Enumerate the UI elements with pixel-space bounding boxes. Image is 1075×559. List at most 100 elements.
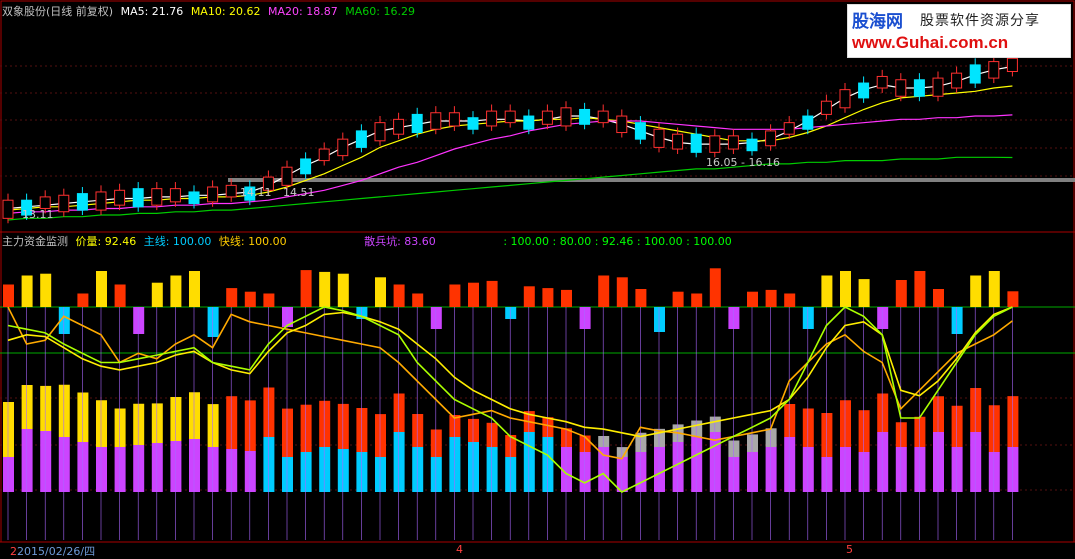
bar-lower: [914, 447, 926, 492]
bar-upper: [821, 413, 833, 457]
bar-lower: [77, 442, 89, 492]
signal-block: [1007, 291, 1019, 307]
gray-band: [228, 178, 1075, 182]
signal-block: [412, 293, 424, 307]
signal-block: [263, 293, 275, 307]
bar-lower: [207, 447, 219, 492]
bar-lower: [933, 432, 944, 492]
bar-upper: [244, 400, 256, 451]
signal-block: [189, 271, 200, 307]
bar-upper: [226, 396, 238, 449]
signal-block: [988, 271, 1000, 307]
bar-upper: [728, 440, 740, 457]
bar-upper: [1007, 396, 1019, 447]
bar-upper: [486, 422, 498, 447]
left-tag-label: 13.11: [22, 208, 54, 221]
ma20-label: MA20: 18.87: [268, 5, 338, 18]
bar-lower: [133, 445, 145, 492]
candle-body: [393, 118, 405, 135]
candle-body: [653, 128, 665, 148]
candle-body: [337, 138, 349, 157]
bar-lower: [598, 447, 610, 492]
signal-block: [914, 271, 926, 307]
bar-upper: [895, 422, 907, 447]
signal-block: [114, 284, 126, 307]
low-label-b: 14.51: [283, 186, 315, 199]
bar-lower: [393, 432, 405, 492]
signal-block: [244, 291, 256, 307]
candle-body: [467, 117, 479, 130]
bar-lower: [635, 452, 647, 492]
bar-lower: [1007, 447, 1019, 492]
bar-upper: [3, 402, 14, 457]
bar-upper: [300, 404, 312, 452]
bar-lower: [282, 457, 293, 492]
bar-lower: [691, 437, 703, 492]
bar-upper: [40, 385, 52, 431]
signal-block: [858, 279, 870, 307]
candle-body: [672, 133, 684, 150]
candle-body: [300, 158, 312, 175]
candle-body: [560, 107, 572, 127]
signal-block: [226, 288, 238, 307]
candle-body: [151, 188, 163, 206]
candle-body: [448, 112, 460, 127]
candle-body: [207, 186, 219, 203]
bar-upper: [598, 436, 610, 447]
bar-lower: [579, 452, 591, 492]
signal-block-down: [654, 307, 665, 332]
candle-body: [2, 199, 14, 219]
candle-body: [318, 148, 330, 162]
candle-body: [597, 110, 609, 124]
signal-block: [561, 289, 572, 307]
ma5-label: MA5: 21.76: [120, 5, 184, 18]
candle-body: [988, 61, 1000, 79]
bar-upper: [77, 392, 89, 442]
bar-lower: [802, 447, 814, 492]
zhuxian-label: 主线: 100.00: [143, 235, 212, 248]
candle-body: [932, 77, 944, 97]
sanbingkeng-label: 散兵坑: 83.60: [364, 235, 436, 248]
candle-body: [913, 79, 925, 97]
signal-block: [319, 271, 331, 307]
stock-name: 双象股份(日线 前复权): [2, 5, 114, 18]
bar-lower: [895, 447, 907, 492]
bar-lower: [430, 457, 442, 492]
bar-upper: [96, 400, 107, 447]
candle-body: [858, 82, 870, 99]
signal-block: [77, 293, 89, 307]
indicator-name: 主力资金监测: [2, 235, 68, 248]
bar-lower: [189, 439, 200, 492]
bar-upper: [337, 403, 349, 449]
bar-lower: [951, 447, 963, 492]
signal-block: [542, 288, 554, 307]
jialiang-label: 价量: 92.46: [75, 235, 137, 248]
bar-upper: [468, 418, 479, 442]
candle-body: [765, 130, 777, 147]
kuaixian-label: 快线: 100.00: [218, 235, 287, 248]
bar-lower: [747, 452, 758, 492]
start-date: 2015/02/26/四: [17, 545, 96, 558]
bar-lower: [412, 447, 424, 492]
candle-body: [486, 110, 498, 127]
watermark-subtitle: 股票软件资源分享: [920, 13, 1040, 29]
bar-lower: [728, 457, 740, 492]
candle-body: [634, 122, 646, 140]
ma10-label: MA10: 20.62: [190, 5, 261, 18]
bar-upper: [802, 408, 814, 447]
bar-upper: [207, 404, 219, 447]
bar-lower: [542, 437, 554, 492]
candles: [2, 51, 1018, 224]
candle-body: [430, 112, 442, 130]
bar-upper: [914, 416, 926, 447]
candle-body: [225, 184, 237, 198]
bar-lower: [337, 449, 349, 492]
signal-block: [747, 291, 758, 307]
chart-stage: [0, 0, 1075, 543]
signal-block-down: [579, 307, 591, 329]
bar-upper: [319, 400, 331, 447]
signal-block: [393, 284, 405, 307]
range-label: 16.05 - 16.16: [706, 156, 780, 169]
bar-lower: [970, 432, 982, 492]
candle-body: [969, 64, 981, 84]
